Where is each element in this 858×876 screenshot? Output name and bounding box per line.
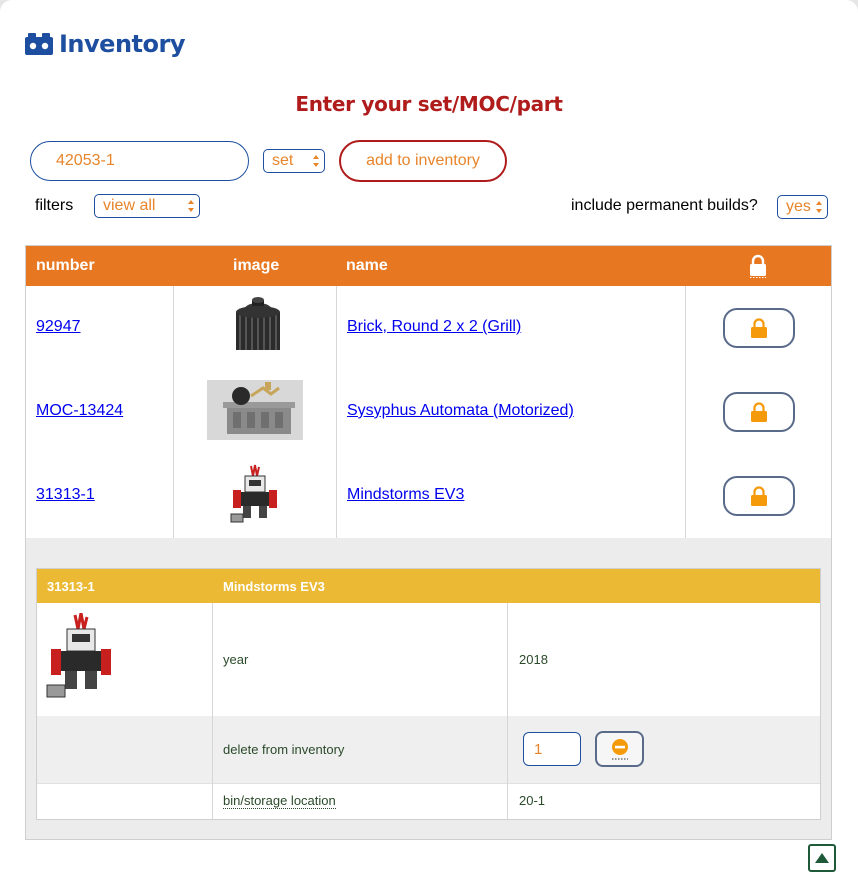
item-name-link[interactable]: Sysyphus Automata (Motorized) xyxy=(347,402,574,420)
page-prompt: Enter your set/MOC/part xyxy=(295,92,563,116)
header-image: image xyxy=(233,257,280,274)
item-type-value: set xyxy=(272,152,294,169)
lock-button[interactable] xyxy=(723,476,795,516)
lock-icon xyxy=(751,486,767,506)
inventory-table: number image name 92947 Brick, Round 2 x… xyxy=(25,245,832,840)
storage-location-value: 20-1 xyxy=(519,793,546,808)
brand: Inventory xyxy=(25,28,185,60)
detail-row-storage: bin/storage location 20-1 xyxy=(37,783,820,819)
robot-image xyxy=(230,464,277,523)
item-number-link[interactable]: 92947 xyxy=(36,318,81,336)
item-type-select[interactable]: set xyxy=(263,149,325,173)
item-name-link[interactable]: Brick, Round 2 x 2 (Grill) xyxy=(347,318,521,336)
automata-image xyxy=(207,380,303,440)
updown-arrow-icon xyxy=(313,155,319,167)
app-title: Inventory xyxy=(59,30,185,58)
column-divider xyxy=(685,286,686,538)
column-divider xyxy=(212,603,213,819)
detail-number: 31313-1 xyxy=(47,579,95,594)
detail-header: 31313-1 Mindstorms EV3 xyxy=(37,569,820,603)
column-divider xyxy=(507,603,508,819)
filter-select[interactable]: view all xyxy=(94,194,200,218)
item-detail-panel: 31313-1 Mindstorms EV3 year 2018 delete … xyxy=(36,568,821,820)
robot-image xyxy=(46,613,111,698)
item-number-link[interactable]: 31313-1 xyxy=(36,486,95,504)
header-number: number xyxy=(36,257,95,274)
table-header: number image name xyxy=(26,246,831,286)
table-row: 31313-1 Mindstorms EV3 xyxy=(26,454,831,538)
set-number-input[interactable] xyxy=(30,141,249,181)
header-name: name xyxy=(346,257,388,274)
updown-arrow-icon xyxy=(816,201,822,213)
delete-label: delete from inventory xyxy=(223,742,345,757)
detail-name: Mindstorms EV3 xyxy=(223,579,325,594)
inventory-card: Inventory Enter your set/MOC/part set ad… xyxy=(0,0,858,876)
lock-icon xyxy=(751,318,767,338)
table-row: 92947 Brick, Round 2 x 2 (Grill) xyxy=(26,286,831,370)
permanent-builds-value: yes xyxy=(786,198,811,215)
item-name-link[interactable]: Mindstorms EV3 xyxy=(347,486,464,504)
storage-location-label[interactable]: bin/storage location xyxy=(223,793,336,809)
year-label: year xyxy=(223,652,249,667)
item-number-link[interactable]: MOC-13424 xyxy=(36,402,123,420)
table-row: MOC-13424 Sysyphus Automata (Motorized) xyxy=(26,370,831,454)
permanent-builds-select[interactable]: yes xyxy=(777,195,828,219)
scroll-to-top-button[interactable] xyxy=(808,844,836,872)
detail-row-year: year 2018 xyxy=(37,603,820,716)
brick-icon xyxy=(25,33,53,55)
delete-button[interactable] xyxy=(595,731,644,767)
lock-icon xyxy=(751,402,767,422)
add-to-inventory-button[interactable]: add to inventory xyxy=(339,140,507,182)
filters-label: filters xyxy=(35,197,74,214)
brick-part-image xyxy=(236,297,280,350)
lock-button[interactable] xyxy=(723,308,795,348)
minus-circle-icon xyxy=(611,739,628,760)
delete-quantity-input[interactable] xyxy=(523,732,581,766)
permanent-builds-label: include permanent builds? xyxy=(571,197,758,214)
column-divider xyxy=(336,286,337,538)
column-divider xyxy=(173,286,174,538)
detail-row-delete: delete from inventory xyxy=(37,716,820,783)
year-value: 2018 xyxy=(519,652,548,667)
lock-icon xyxy=(750,254,766,278)
updown-arrow-icon xyxy=(188,200,194,212)
filter-value: view all xyxy=(103,197,156,214)
lock-button[interactable] xyxy=(723,392,795,432)
chevron-up-icon xyxy=(815,853,829,863)
